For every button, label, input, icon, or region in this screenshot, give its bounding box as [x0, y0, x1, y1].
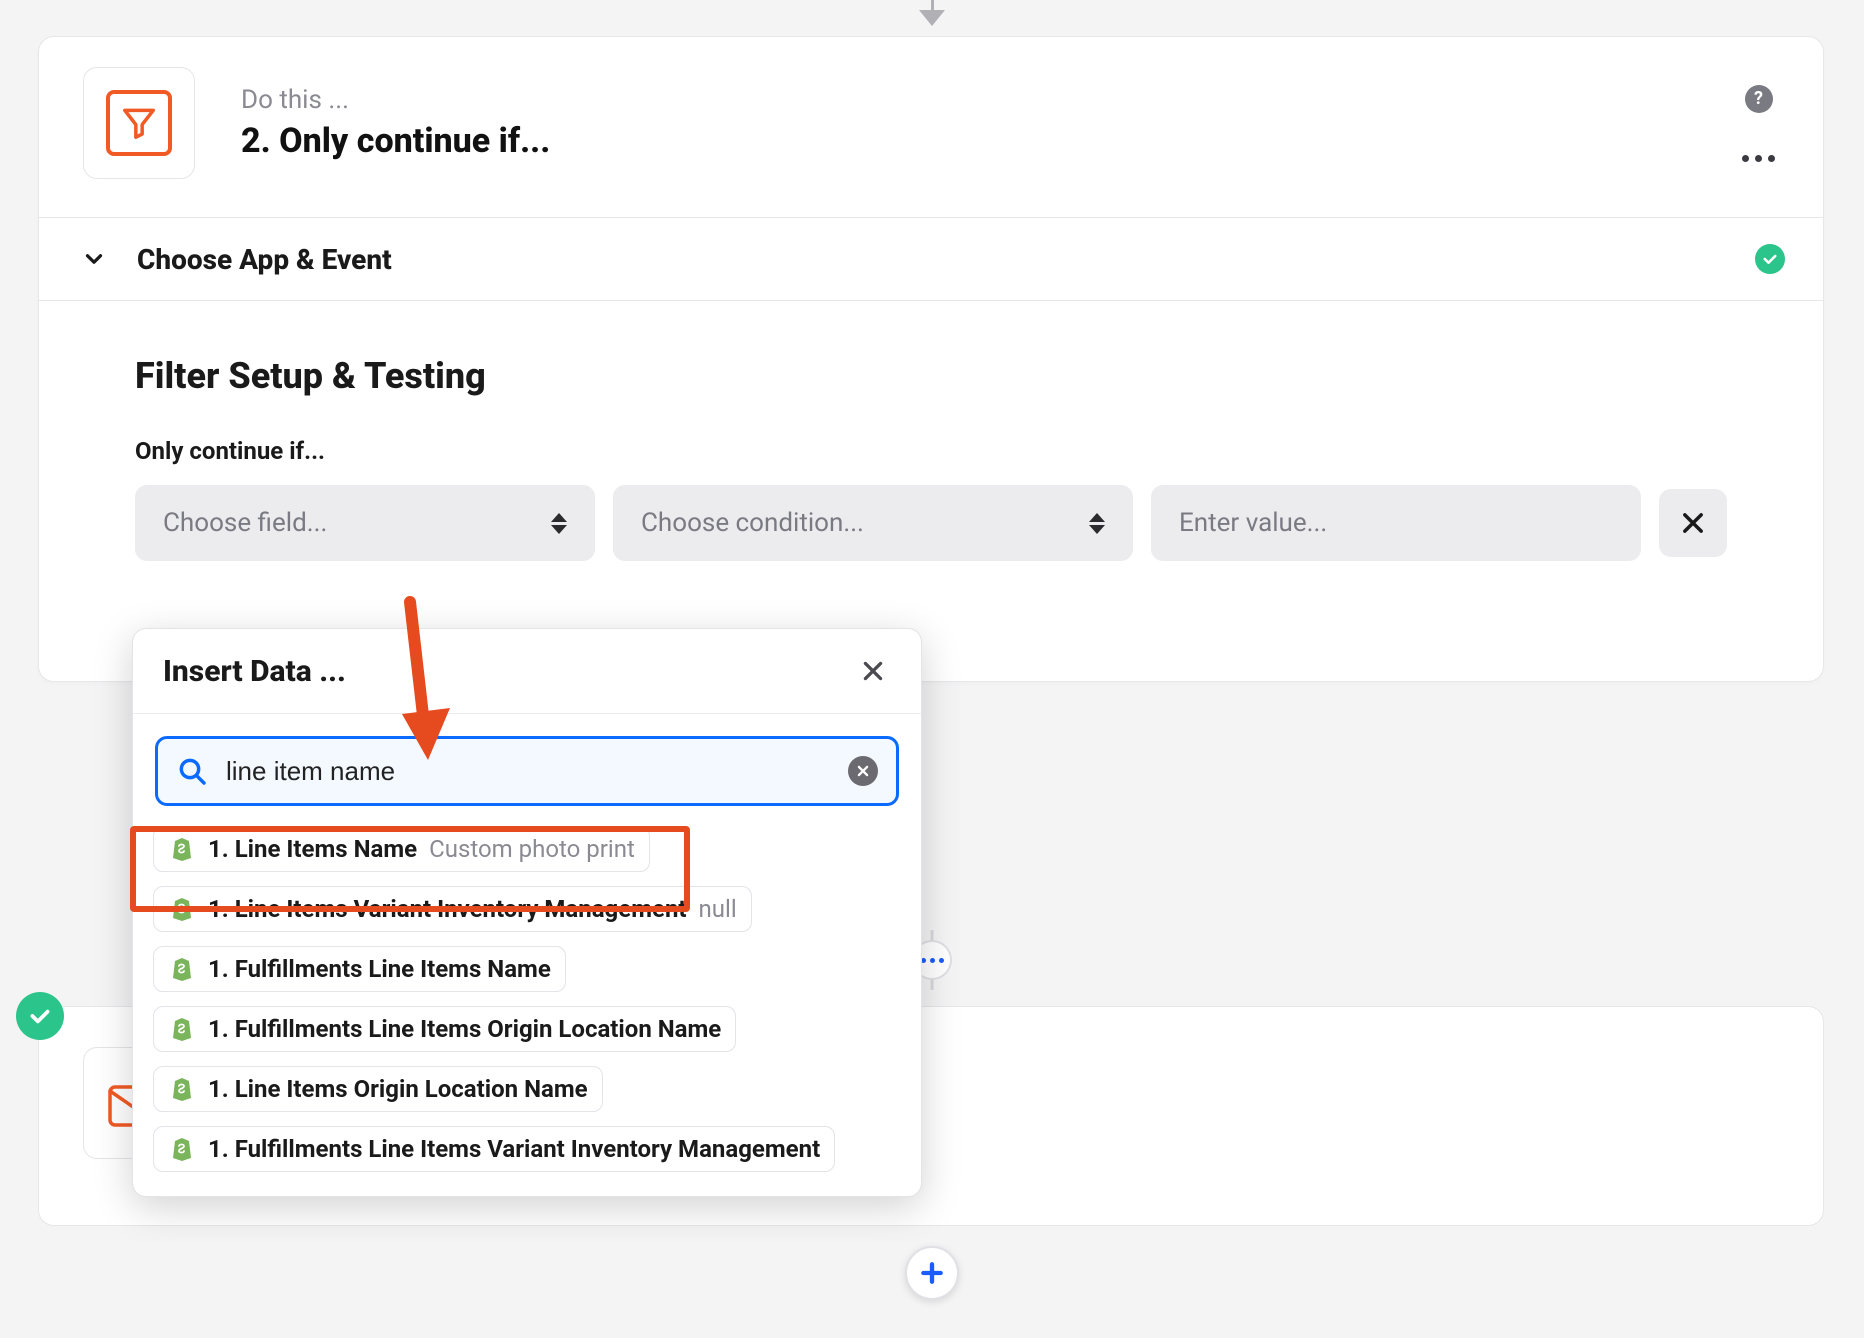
section-complete-icon [1755, 244, 1785, 274]
funnel-icon [120, 104, 158, 142]
enter-value-input[interactable]: Enter value... [1151, 485, 1641, 561]
result-label: 1. Line Items Name [208, 835, 417, 863]
result-label: 1. Fulfillments Line Items Variant Inven… [208, 1135, 820, 1163]
kebab-menu-icon[interactable] [1742, 155, 1775, 162]
result-label: 1. Fulfillments Line Items Origin Locati… [208, 1015, 721, 1043]
only-continue-if-label: Only continue if... [135, 437, 1727, 465]
step-header: Do this ... 2. Only continue if... ? [39, 37, 1823, 217]
result-item[interactable]: 1. Fulfillments Line Items Origin Locati… [153, 1006, 736, 1052]
choose-field-placeholder: Choose field... [163, 508, 327, 538]
filter-setup-body: Filter Setup & Testing Only continue if.… [39, 301, 1823, 681]
search-field[interactable] [155, 736, 899, 806]
add-step-button[interactable] [905, 1246, 959, 1300]
result-label: 1. Fulfillments Line Items Name [208, 955, 551, 983]
result-item[interactable]: 1. Fulfillments Line Items Variant Inven… [153, 1126, 835, 1172]
enter-value-placeholder: Enter value... [1179, 508, 1327, 538]
choose-app-event-section[interactable]: Choose App & Event [39, 217, 1823, 301]
search-results: 1. Line Items Name Custom photo print 1.… [133, 818, 921, 1196]
result-sub: null [699, 895, 737, 923]
clear-search-button[interactable] [848, 756, 878, 786]
shopify-icon [168, 1075, 196, 1103]
step-kicker: Do this ... [241, 85, 1722, 115]
insert-data-popover: Insert Data ... 1. Line Items Name Custo… [132, 628, 922, 1197]
shopify-icon [168, 835, 196, 863]
popover-close-button[interactable] [855, 653, 891, 689]
choose-condition-select[interactable]: Choose condition... [613, 485, 1133, 561]
step-success-badge [16, 992, 64, 1040]
step-card: Do this ... 2. Only continue if... ? Cho… [38, 36, 1824, 682]
search-input[interactable] [226, 756, 830, 787]
search-icon [176, 755, 208, 787]
step-title: 2. Only continue if... [241, 121, 1722, 161]
filter-setup-heading: Filter Setup & Testing [135, 355, 1727, 397]
filter-app-icon [83, 67, 195, 179]
sort-icon [551, 513, 567, 534]
popover-title: Insert Data ... [163, 654, 346, 689]
shopify-icon [168, 1015, 196, 1043]
flow-connector-top [919, 0, 945, 26]
choose-field-select[interactable]: Choose field... [135, 485, 595, 561]
result-sub: Custom photo print [429, 835, 635, 863]
shopify-icon [168, 1135, 196, 1163]
shopify-icon [168, 955, 196, 983]
plus-icon [919, 1260, 945, 1286]
remove-condition-button[interactable] [1659, 489, 1727, 557]
sort-icon [1089, 513, 1105, 534]
result-label: 1. Line Items Origin Location Name [208, 1075, 588, 1103]
filter-condition-row: Choose field... Choose condition... Ente… [135, 485, 1727, 561]
result-item[interactable]: 1. Line Items Variant Inventory Manageme… [153, 886, 752, 932]
choose-condition-placeholder: Choose condition... [641, 508, 864, 538]
chevron-down-icon [77, 242, 111, 276]
shopify-icon [168, 895, 196, 923]
help-icon[interactable]: ? [1745, 85, 1773, 113]
result-item[interactable]: 1. Line Items Origin Location Name [153, 1066, 603, 1112]
result-label: 1. Line Items Variant Inventory Manageme… [208, 895, 687, 923]
choose-app-event-label: Choose App & Event [137, 243, 1729, 276]
result-item[interactable]: 1. Line Items Name Custom photo print [153, 826, 650, 872]
result-item[interactable]: 1. Fulfillments Line Items Name [153, 946, 566, 992]
